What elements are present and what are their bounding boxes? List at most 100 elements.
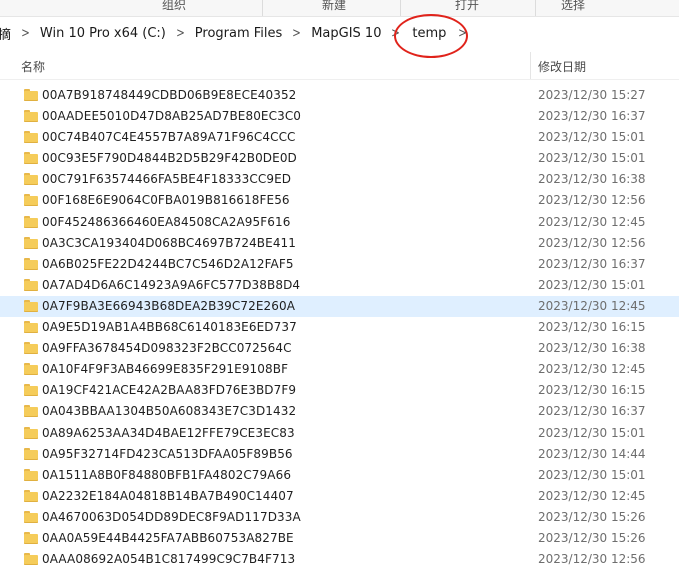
list-item[interactable]: 0AAA08692A054B1C817499C9C7B4F713 2023/12/… (0, 549, 679, 570)
file-name: 0A95F32714FD423CA513DFAA05F89B56 (42, 446, 293, 461)
breadcrumb-item-truncated[interactable]: 摘 (0, 24, 13, 43)
folder-icon (24, 384, 38, 397)
folder-icon (24, 299, 38, 312)
chevron-right-icon[interactable]: > (458, 26, 467, 41)
file-date-modified: 2023/12/30 16:15 (538, 383, 646, 398)
file-name: 0A9E5D19AB1A4BB68C6140183E6ED737 (42, 320, 297, 335)
folder-icon (24, 405, 38, 418)
ribbon-organize-label: 组织 (162, 0, 187, 12)
file-name: 0A043BBAA1304B50A608343E7C3D1432 (42, 404, 297, 419)
breadcrumb[interactable]: 摘 > Win 10 Pro x64 (C:) > Program Files … (0, 13, 679, 58)
file-name: 0AAA08692A054B1C817499C9C7B4F713 (42, 552, 296, 567)
file-name: 0A2232E184A04818B14BA7B490C14407 (42, 488, 294, 503)
file-date-modified: 2023/12/30 15:26 (538, 509, 646, 524)
file-name: 0A89A6253AA34D4BAE12FFE79CE3EC83 (42, 425, 295, 440)
folder-icon (24, 531, 38, 544)
file-date-modified: 2023/12/30 15:01 (538, 425, 646, 440)
column-divider[interactable] (530, 52, 531, 79)
file-name: 00A7B918748449CDBD06B9E8ECE40352 (42, 88, 297, 102)
folder-icon (24, 342, 38, 355)
file-date-modified: 2023/12/30 15:01 (538, 130, 646, 145)
folder-icon (24, 489, 38, 502)
file-name: 0A4670063D054DD89DEC8F9AD117D33A (42, 509, 301, 524)
folder-icon (24, 152, 38, 165)
file-date-modified: 2023/12/30 16:38 (538, 172, 646, 187)
file-name: 00F452486366460EA84508CA2A95F616 (42, 214, 291, 229)
list-item[interactable]: 0A9E5D19AB1A4BB68C6140183E6ED737 2023/12/… (0, 317, 679, 338)
ribbon-open-label: 打开 (455, 0, 480, 12)
file-date-modified: 2023/12/30 16:37 (538, 404, 646, 419)
folder-icon (24, 363, 38, 376)
file-name: 0A7F9BA3E66943B68DEA2B39C72E260A (42, 298, 296, 313)
file-date-modified: 2023/12/30 16:38 (538, 341, 646, 356)
folder-icon (24, 553, 38, 566)
list-item[interactable]: 0A89A6253AA34D4BAE12FFE79CE3EC83 2023/12/… (0, 423, 679, 444)
ribbon-select-label: 选择 (561, 0, 586, 12)
list-item[interactable]: 00C74B407C4E4557B7A89A71F96C4CCC 2023/12/… (0, 127, 679, 148)
file-date-modified: 2023/12/30 12:56 (538, 552, 646, 567)
list-item[interactable]: 00F168E6E9064C0FBA019B816618FE56 2023/12/… (0, 190, 679, 211)
list-item[interactable]: 0A043BBAA1304B50A608343E7C3D1432 2023/12/… (0, 401, 679, 422)
file-date-modified: 2023/12/30 12:45 (538, 362, 646, 377)
file-date-modified: 2023/12/30 15:26 (538, 530, 646, 545)
folder-icon (24, 215, 38, 228)
list-item[interactable]: 0A95F32714FD423CA513DFAA05F89B56 2023/12/… (0, 444, 679, 465)
column-header-date-modified[interactable]: 修改日期 (538, 58, 586, 75)
breadcrumb-item-temp[interactable]: temp (394, 13, 469, 58)
list-item[interactable]: 0A7AD4D6A6C14923A9A6FC577D38B8D4 2023/12/… (0, 275, 679, 296)
file-name: 0A19CF421ACE42A2BAA83FD76E3BD7F9 (42, 383, 297, 398)
breadcrumb-item-program-files[interactable]: Program Files (193, 26, 285, 41)
chevron-right-icon[interactable]: > (392, 26, 401, 41)
chevron-right-icon[interactable]: > (176, 26, 185, 41)
file-date-modified: 2023/12/30 15:27 (538, 88, 646, 102)
list-item[interactable]: 0A1511A8B0F84880BFB1FA4802C79A66 2023/12/… (0, 465, 679, 486)
list-item[interactable]: 00A7B918748449CDBD06B9E8ECE40352 2023/12/… (0, 85, 679, 106)
list-item[interactable]: 0A3C3CA193404D068BC4697B724BE411 2023/12/… (0, 233, 679, 254)
breadcrumb-item-drive[interactable]: Win 10 Pro x64 (C:) (38, 26, 168, 41)
file-name: 0A6B025FE22D4244BC7C546D2A12FAF5 (42, 256, 294, 271)
list-item[interactable]: 0AA0A59E44B4425FA7ABB60753A827BE 2023/12/… (0, 528, 679, 549)
breadcrumb-current-label: temp (412, 25, 447, 41)
file-name: 0A7AD4D6A6C14923A9A6FC577D38B8D4 (42, 277, 301, 292)
file-date-modified: 2023/12/30 12:45 (538, 298, 646, 313)
ribbon-separator (535, 0, 536, 16)
file-date-modified: 2023/12/30 12:45 (538, 488, 646, 503)
file-name: 00AADEE5010D47D8AB25AD7BE80EC3C0 (42, 109, 302, 124)
folder-icon (24, 447, 38, 460)
folder-icon (24, 321, 38, 334)
column-header-name[interactable]: 名称 (21, 58, 45, 75)
chevron-right-icon[interactable]: > (21, 26, 30, 41)
list-item[interactable]: 0A9FFA3678454D098323F2BCC072564C 2023/12/… (0, 338, 679, 359)
list-item[interactable]: 0A4670063D054DD89DEC8F9AD117D33A 2023/12/… (0, 507, 679, 528)
list-item[interactable]: 00C791F63574466FA5BE4F18333CC9ED 2023/12/… (0, 169, 679, 190)
file-date-modified: 2023/12/30 16:37 (538, 109, 646, 124)
ribbon-separator (262, 0, 263, 16)
list-item[interactable]: 00AADEE5010D47D8AB25AD7BE80EC3C0 2023/12/… (0, 106, 679, 127)
file-date-modified: 2023/12/30 12:56 (538, 193, 646, 208)
file-date-modified: 2023/12/30 16:37 (538, 256, 646, 271)
list-item[interactable]: 00C93E5F790D4844B2D5B29F42B0DE0D 2023/12/… (0, 148, 679, 169)
folder-icon (24, 89, 38, 101)
folder-icon (24, 278, 38, 291)
folder-icon (24, 173, 38, 186)
chevron-right-icon[interactable]: > (292, 26, 301, 41)
ribbon-new-label: 新建 (322, 0, 347, 12)
list-item[interactable]: 0A19CF421ACE42A2BAA83FD76E3BD7F9 2023/12/… (0, 380, 679, 401)
folder-icon (24, 257, 38, 270)
file-date-modified: 2023/12/30 14:44 (538, 446, 646, 461)
list-item[interactable]: 0A6B025FE22D4244BC7C546D2A12FAF5 2023/12/… (0, 254, 679, 275)
folder-icon (24, 468, 38, 481)
file-name: 00C74B407C4E4557B7A89A71F96C4CCC (42, 130, 296, 145)
file-name: 00F168E6E9064C0FBA019B816618FE56 (42, 193, 290, 208)
ribbon-group-labels: 组织 新建 打开 选择 (0, 0, 679, 17)
file-date-modified: 2023/12/30 12:56 (538, 235, 646, 250)
file-name: 0AA0A59E44B4425FA7ABB60753A827BE (42, 530, 294, 545)
list-item[interactable]: 0A2232E184A04818B14BA7B490C14407 2023/12/… (0, 486, 679, 507)
file-date-modified: 2023/12/30 16:15 (538, 320, 646, 335)
breadcrumb-item-mapgis[interactable]: MapGIS 10 (309, 26, 383, 41)
list-item[interactable]: 00F452486366460EA84508CA2A95F616 2023/12/… (0, 212, 679, 233)
file-name: 0A10F4F9F3AB46699E835F291E9108BF (42, 362, 289, 377)
list-item[interactable]: 0A7F9BA3E66943B68DEA2B39C72E260A 2023/12/… (0, 295, 679, 318)
list-item[interactable]: 0A10F4F9F3AB46699E835F291E9108BF 2023/12/… (0, 359, 679, 380)
file-date-modified: 2023/12/30 15:01 (538, 277, 646, 292)
